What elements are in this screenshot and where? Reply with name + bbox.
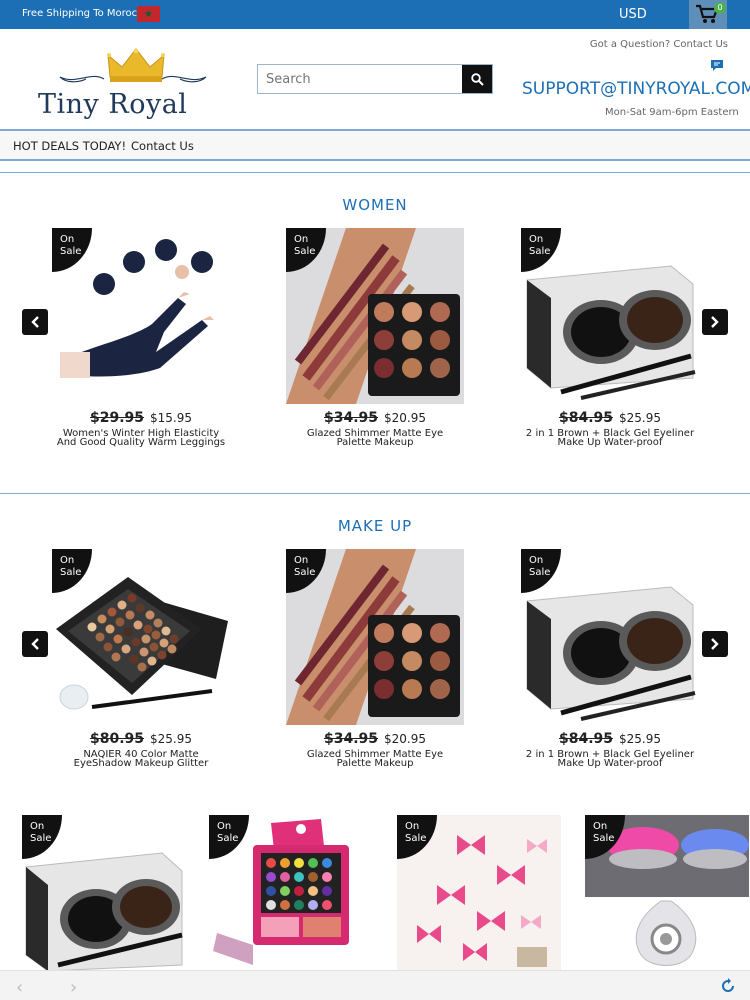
product-name[interactable]: Women's Winter High Elasticity And Good … (52, 429, 230, 448)
currency-selector[interactable]: USD (619, 7, 647, 22)
price-row: $80.95 $25.95 (52, 731, 230, 747)
product-card[interactable]: On Sale (397, 815, 561, 971)
product-card[interactable]: On Sale $34.95 $20.95 Glazed Shimmer Matte… (286, 228, 464, 448)
chevron-right-icon (711, 316, 719, 328)
sale-price: $20.95 (384, 411, 427, 425)
sale-price: $20.95 (384, 732, 427, 746)
price-row: $84.95 $25.95 (521, 410, 699, 426)
product-name[interactable]: NAQIER 40 Color Matte EyeShadow Makeup G… (52, 750, 230, 769)
shipping-text: Free Shipping To Morocco (22, 8, 149, 19)
original-price: $29.95 (89, 410, 145, 426)
flourish-right (161, 75, 207, 83)
carousel-next-button[interactable] (702, 631, 728, 657)
sale-price: $25.95 (619, 732, 662, 746)
product-card[interactable]: On Sale (209, 815, 373, 971)
sale-price: $15.95 (150, 411, 193, 425)
nav-item-hot-deals[interactable]: HOT DEALS TODAY! (13, 139, 126, 153)
search-input[interactable] (258, 65, 462, 93)
product-card[interactable]: On Sale (585, 815, 749, 971)
product-image[interactable]: On Sale (286, 228, 464, 404)
divider (0, 493, 750, 494)
price-row: $34.95 $20.95 (286, 410, 464, 426)
original-price: $84.95 (558, 731, 614, 747)
divider (0, 172, 750, 173)
price-row: $29.95 $15.95 (52, 410, 230, 426)
section-title-makeup: MAKE UP (337, 517, 413, 535)
original-price: $34.95 (323, 731, 379, 747)
chat-icon[interactable] (710, 58, 724, 72)
product-card[interactable]: On Sale $84.95 $25.95 2 in 1 Brown + Black… (521, 549, 699, 769)
site-header: Tiny Royal Got a Question? Contact Us SU… (0, 29, 750, 129)
search-icon (470, 72, 484, 86)
chevron-left-icon (31, 638, 39, 650)
product-image[interactable]: On Sale (521, 228, 699, 404)
search-bar (257, 64, 493, 94)
product-name[interactable]: Glazed Shimmer Matte Eye Palette Makeup (286, 429, 464, 448)
carousel-next-button[interactable] (702, 309, 728, 335)
main-nav: HOT DEALS TODAY! Contact Us (0, 129, 750, 161)
product-image[interactable]: On Sale (52, 228, 230, 404)
product-image[interactable]: On Sale (52, 549, 230, 725)
search-button[interactable] (462, 65, 492, 93)
chevron-right-icon (711, 638, 719, 650)
product-image[interactable]: On Sale (521, 549, 699, 725)
forward-arrow-icon[interactable]: › (70, 977, 77, 998)
sale-price: $25.95 (150, 732, 193, 746)
price-row: $84.95 $25.95 (521, 731, 699, 747)
section-title-women: WOMEN (342, 196, 408, 214)
contact-question-link[interactable]: Got a Question? Contact Us (590, 39, 728, 50)
carousel-prev-button[interactable] (22, 309, 48, 335)
sale-price: $25.95 (619, 411, 662, 425)
support-email-link[interactable]: SUPPORT@TINYROYAL.COM (522, 79, 750, 99)
reload-icon[interactable] (720, 978, 736, 994)
flourish-left (59, 75, 105, 83)
product-image[interactable]: On Sale (286, 549, 464, 725)
product-name[interactable]: 2 in 1 Brown + Black Gel Eyeliner Make U… (521, 750, 699, 769)
support-hours: Mon-Sat 9am-6pm Eastern (605, 107, 739, 118)
cart-button[interactable]: 0 (689, 0, 727, 29)
product-card[interactable]: On Sale $80.95 $25.95 NAQIER 40 Color Matt… (52, 549, 230, 769)
carousel-prev-button[interactable] (22, 631, 48, 657)
nav-item-contact-us[interactable]: Contact Us (131, 139, 194, 153)
product-name[interactable]: 2 in 1 Brown + Black Gel Eyeliner Make U… (521, 429, 699, 448)
chevron-left-icon (31, 316, 39, 328)
product-card[interactable]: On Sale $84.95 $25.95 2 in 1 Brown + Black… (521, 228, 699, 448)
product-card[interactable]: On Sale (22, 815, 186, 971)
product-name[interactable]: Glazed Shimmer Matte Eye Palette Makeup (286, 750, 464, 769)
original-price: $84.95 (558, 410, 614, 426)
original-price: $34.95 (323, 410, 379, 426)
crown-icon (107, 48, 165, 82)
original-price: $80.95 (89, 731, 145, 747)
morocco-flag-icon[interactable]: ★ (137, 6, 160, 22)
tiny-royal-logo[interactable]: Tiny Royal (36, 47, 228, 120)
product-card[interactable]: On Sale $34.95 $20.95 Glazed Shimmer Matte… (286, 549, 464, 769)
back-arrow-icon[interactable]: ‹ (16, 977, 23, 998)
product-card[interactable]: On Sale $29.95 $15.95 Women's Winter High … (52, 228, 230, 448)
cart-count-badge: 0 (714, 2, 726, 14)
top-bar: Free Shipping To Morocco ★ USD 0 (0, 0, 750, 29)
price-row: $34.95 $20.95 (286, 731, 464, 747)
logo-text: Tiny Royal (38, 89, 188, 120)
browser-toolbar: ‹ › (0, 970, 750, 1000)
